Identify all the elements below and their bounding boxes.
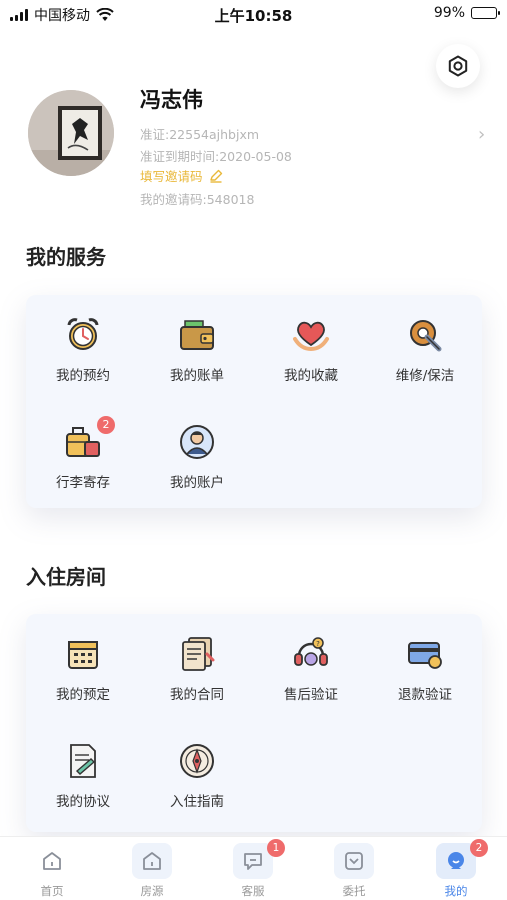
wrench-gear-icon [405, 315, 445, 355]
wallet-icon [177, 315, 217, 355]
tab-label: 房源 [140, 884, 164, 898]
room-item-guide[interactable]: 入住指南 [140, 741, 254, 810]
room-label: 我的合同 [170, 687, 224, 703]
tab-listings[interactable]: 房源 [122, 843, 182, 899]
license-text: 准证:22554ajhbjxm [140, 127, 260, 142]
service-label: 维修/保洁 [395, 368, 455, 384]
room-item-contract[interactable]: 我的合同 [140, 634, 254, 703]
service-item-repair[interactable]: 维修/保洁 [368, 315, 482, 384]
agreement-icon [63, 741, 103, 781]
contract-icon [177, 634, 217, 674]
headset-icon: ? [291, 634, 331, 674]
fill-invite-code-link[interactable]: 填写邀请码 [140, 166, 223, 185]
card-refund-icon [405, 634, 445, 674]
user-icon: 2 [436, 839, 488, 879]
room-item-aftersales[interactable]: ? 售后验证 [254, 634, 368, 703]
home-icon [32, 843, 72, 879]
service-item-bill[interactable]: 我的账单 [140, 315, 254, 384]
tab-label: 委托 [342, 884, 366, 898]
compass-icon [177, 741, 217, 781]
svg-text:?: ? [316, 640, 320, 648]
settings-hexagon-icon [448, 55, 468, 77]
battery-percent: 99% [433, 5, 465, 21]
house-icon [132, 843, 172, 879]
rooms-card: 我的预定 我的合同 ? 售后验证 退款验证 我的协议 入住指南 [26, 614, 482, 832]
service-label: 我的账单 [170, 368, 224, 384]
calendar-icon [63, 634, 103, 674]
tab-label: 首页 [40, 884, 64, 898]
license-expiry-text: 准证到期时间:2020-05-08 [140, 149, 292, 164]
service-item-luggage[interactable]: 2 行李寄存 [26, 416, 140, 491]
battery-icon [471, 7, 500, 19]
tab-mine[interactable]: 2 我的 [426, 839, 488, 899]
edit-pencil-icon [209, 169, 222, 183]
user-account-icon [177, 422, 217, 462]
room-item-refund[interactable]: 退款验证 [368, 634, 482, 703]
room-label: 我的预定 [56, 687, 110, 703]
status-time: 上午10:58 [214, 7, 293, 25]
room-label: 退款验证 [398, 687, 452, 703]
services-title: 我的服务 [26, 245, 106, 269]
tab-label: 客服 [241, 884, 265, 898]
mine-tab-badge: 2 [470, 839, 488, 857]
user-name: 冯志伟 [140, 88, 203, 112]
room-label: 入住指南 [170, 794, 224, 810]
rooms-title: 入住房间 [26, 565, 106, 589]
room-label: 售后验证 [284, 687, 338, 703]
service-label: 行李寄存 [56, 475, 110, 491]
chat-icon: 1 [233, 839, 285, 879]
tab-home[interactable]: 首页 [22, 843, 82, 899]
tab-service[interactable]: 1 客服 [223, 839, 285, 899]
status-bar: 中国移动 上午10:58 99% [0, 0, 507, 28]
service-item-appointment[interactable]: 我的预约 [26, 315, 140, 384]
profile-chevron-icon[interactable]: › [478, 124, 485, 145]
service-tab-badge: 1 [267, 839, 285, 857]
tab-entrust[interactable]: 委托 [324, 843, 384, 899]
fill-invite-label: 填写邀请码 [140, 169, 203, 184]
my-invite-code-text: 我的邀请码:548018 [140, 192, 255, 207]
service-item-account[interactable]: 我的账户 [140, 422, 254, 491]
avatar[interactable] [28, 90, 114, 176]
tab-label: 我的 [444, 884, 468, 898]
luggage-badge: 2 [97, 416, 115, 434]
heart-hands-icon [291, 315, 331, 355]
avatar-photo [28, 90, 114, 176]
alarm-clock-icon [63, 315, 103, 355]
settings-button[interactable] [436, 44, 480, 88]
room-label: 我的协议 [56, 794, 110, 810]
service-label: 我的账户 [170, 475, 224, 491]
room-item-agreement[interactable]: 我的协议 [26, 741, 140, 810]
service-label: 我的预约 [56, 368, 110, 384]
tab-bar: 首页 房源 1 客服 委托 2 我的 [0, 836, 507, 900]
luggage-icon: 2 [63, 416, 115, 462]
service-label: 我的收藏 [284, 368, 338, 384]
services-card: 我的预约 我的账单 我的收藏 维修/保洁 2 行李寄存 我的账户 [26, 295, 482, 508]
room-item-reservation[interactable]: 我的预定 [26, 634, 140, 703]
down-box-icon [334, 843, 374, 879]
service-item-favorites[interactable]: 我的收藏 [254, 315, 368, 384]
status-right: 99% [433, 5, 500, 21]
